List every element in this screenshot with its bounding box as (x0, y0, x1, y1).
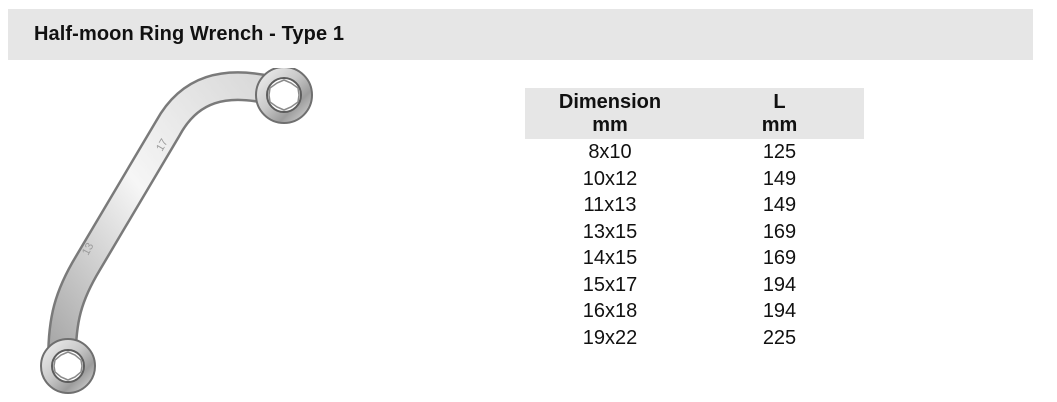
cell-length: 169 (762, 220, 797, 243)
cell-dimension: 19x22 (582, 326, 638, 349)
table-row: 13x15 169 (525, 219, 864, 246)
header-length: L mm (761, 90, 798, 136)
table-header-row: Dimension mm L mm (525, 88, 864, 139)
cell-length: 194 (762, 273, 797, 296)
header-dimension: Dimension mm (558, 90, 662, 136)
cell-length: 194 (762, 300, 797, 323)
cell-dimension: 15x17 (582, 273, 638, 296)
cell-dimension: 10x12 (582, 167, 638, 190)
table-row: 11x13 149 (525, 192, 864, 219)
cell-length: 149 (762, 167, 797, 190)
table-row: 15x17 194 (525, 272, 864, 299)
cell-dimension: 14x15 (582, 247, 638, 270)
cell-dimension: 8x10 (588, 141, 632, 164)
cell-length: 149 (762, 194, 797, 217)
table-row: 10x12 149 (525, 166, 864, 193)
cell-length: 125 (762, 141, 797, 164)
cell-dimension: 13x15 (582, 220, 638, 243)
page-title: Half-moon Ring Wrench - Type 1 (34, 23, 345, 45)
cell-length: 169 (762, 247, 797, 270)
table-row: 16x18 194 (525, 298, 864, 325)
cell-dimension: 16x18 (582, 300, 638, 323)
wrench-image: 17 13 (40, 68, 313, 394)
cell-length: 225 (762, 326, 797, 349)
spec-table: Dimension mm L mm 8x10 125 10x12 149 11x… (525, 88, 864, 351)
title-bar: Half-moon Ring Wrench - Type 1 (8, 9, 1033, 60)
cell-dimension: 11x13 (583, 194, 637, 217)
table-row: 8x10 125 (525, 139, 864, 166)
table-row: 14x15 169 (525, 245, 864, 272)
table-row: 19x22 225 (525, 325, 864, 352)
